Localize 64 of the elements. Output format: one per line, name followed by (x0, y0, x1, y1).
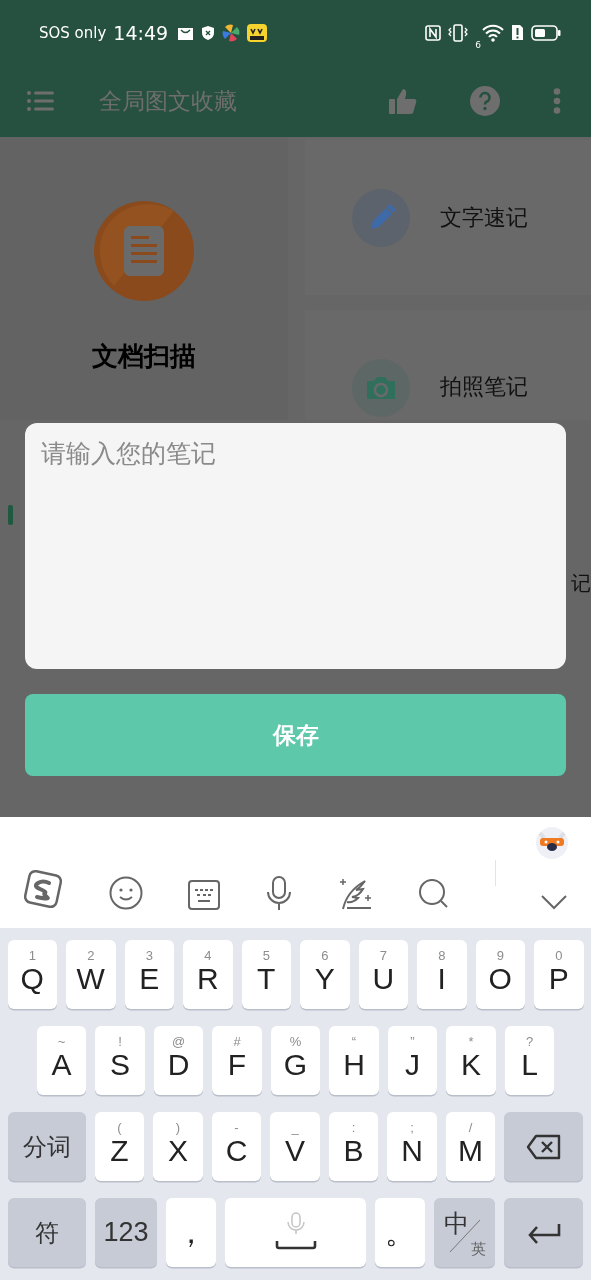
note-field[interactable]: 请输入您的笔记 (25, 423, 566, 669)
key[interactable]: “ H (329, 1026, 379, 1095)
key[interactable]: 6 Y (300, 940, 350, 1009)
vibrate-icon (448, 23, 469, 42)
feature-label: 文字速记 (440, 203, 528, 232)
key[interactable]: 。 (375, 1198, 425, 1267)
enter-key[interactable] (504, 1198, 583, 1267)
key[interactable]: 0 P (534, 940, 584, 1009)
pencil-icon (352, 188, 410, 247)
quill-icon[interactable] (338, 876, 373, 910)
feature-label: 拍照笔记 (440, 373, 528, 401)
key[interactable]: 3 E (124, 940, 174, 1009)
key[interactable]: 符 (8, 1198, 86, 1267)
wifi-icon (482, 23, 504, 42)
shield-icon (201, 24, 216, 41)
chevron-down-icon[interactable] (541, 894, 567, 910)
key[interactable]: ) X (153, 1112, 203, 1181)
mascot-icon[interactable] (535, 825, 569, 859)
tab-label-fragment: 记 (571, 570, 591, 597)
key[interactable]: _ V (270, 1112, 320, 1181)
key[interactable]: 分词 (7, 1112, 86, 1181)
app-icon (247, 23, 268, 42)
key[interactable]: ” J (387, 1026, 438, 1095)
nfc-icon (425, 24, 442, 41)
document-icon (94, 201, 194, 301)
key[interactable]: ~ A (36, 1026, 87, 1095)
key[interactable]: % G (270, 1026, 321, 1095)
thumbs-up-icon[interactable] (389, 88, 417, 114)
key[interactable]: * K (446, 1026, 496, 1095)
key[interactable]: / M (445, 1112, 496, 1181)
key[interactable]: - C (211, 1112, 262, 1181)
sim-alert-icon (511, 24, 524, 41)
emoji-icon[interactable] (109, 876, 144, 910)
language-key[interactable]: 中 英 (434, 1198, 495, 1267)
key[interactable]: 9 O (475, 940, 525, 1009)
scan-label: 文档扫描 (92, 340, 196, 373)
backspace-key[interactable] (504, 1112, 584, 1181)
key[interactable]: 8 I (417, 940, 467, 1009)
key[interactable]: ， (166, 1198, 216, 1267)
carrier-label: SOS only (39, 23, 107, 42)
key[interactable]: 123 (95, 1198, 157, 1267)
key[interactable]: ( Z (94, 1112, 145, 1181)
key[interactable]: ? L (504, 1026, 555, 1095)
clock: 14:49 (113, 21, 169, 44)
key[interactable]: 5 T (241, 940, 291, 1009)
pinwheel-icon (222, 23, 241, 42)
key[interactable]: ! S (95, 1026, 145, 1095)
network-type-label: 6 (475, 39, 481, 50)
app-title: 全局图文收藏 (99, 86, 238, 116)
key[interactable]: 1 Q (7, 940, 57, 1009)
microphone-icon[interactable] (265, 876, 294, 910)
camera-icon (352, 359, 410, 417)
keyboard-icon[interactable] (188, 880, 221, 910)
key[interactable]: ; N (387, 1112, 437, 1181)
search-icon[interactable] (417, 878, 450, 910)
key[interactable]: # F (212, 1026, 262, 1095)
battery-icon (531, 24, 561, 41)
key[interactable]: 7 U (358, 940, 408, 1009)
section-marker (8, 505, 13, 525)
backspace-icon (525, 1133, 562, 1160)
key[interactable]: 2 W (66, 940, 116, 1009)
key[interactable]: 4 R (183, 940, 233, 1009)
key[interactable]: @ D (153, 1026, 204, 1095)
key[interactable]: : B (328, 1112, 379, 1181)
